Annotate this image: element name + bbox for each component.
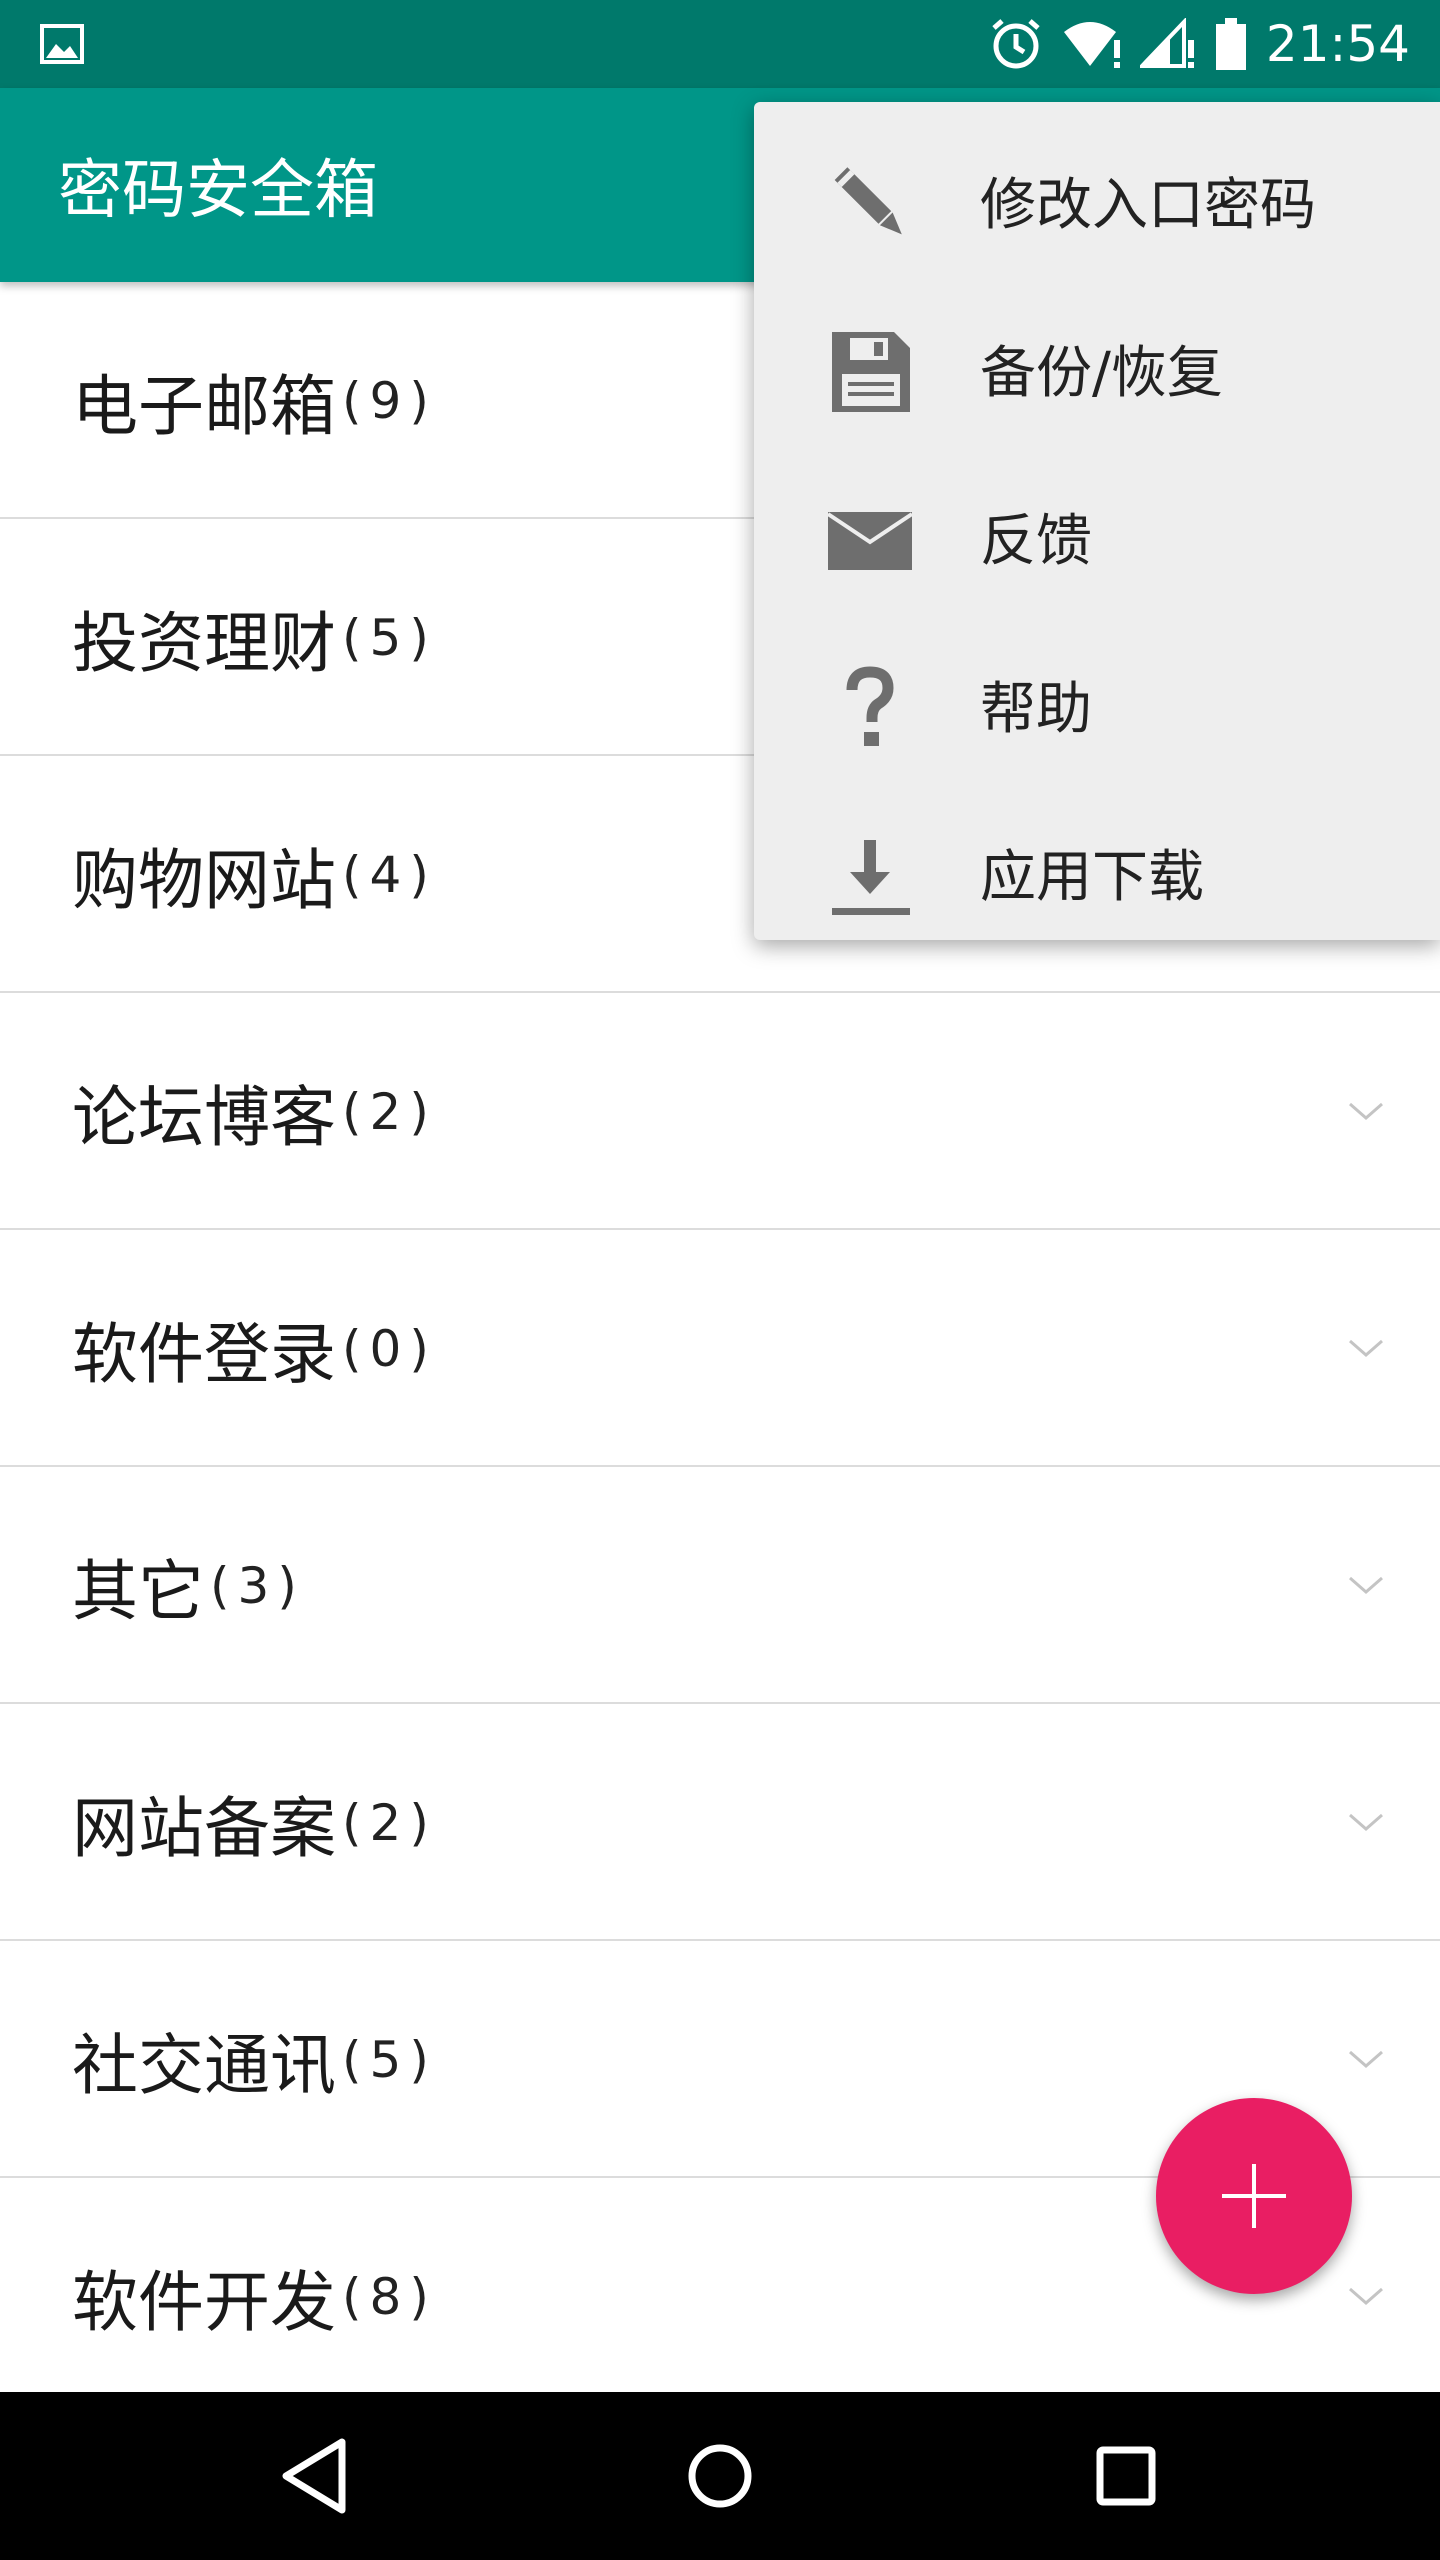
save-icon: [832, 332, 910, 412]
menu-item-app-download[interactable]: 应用下载: [754, 788, 1440, 956]
chevron-down-icon[interactable]: [1346, 1328, 1386, 1368]
pencil-icon: [834, 167, 902, 235]
chevron-down-icon[interactable]: [1346, 1802, 1386, 1842]
chevron-down-icon[interactable]: [1346, 1565, 1386, 1605]
home-icon[interactable]: [670, 2426, 770, 2526]
menu-item-help[interactable]: 帮助: [754, 620, 1440, 788]
menu-item-label: 帮助: [980, 676, 1092, 742]
download-icon: [832, 840, 910, 915]
menu-item-feedback[interactable]: 反馈: [754, 452, 1440, 620]
category-count: (8): [342, 2267, 437, 2326]
menu-item-backup-restore[interactable]: 备份/恢复: [754, 284, 1440, 452]
category-count: (5): [342, 608, 437, 667]
category-count: (3): [210, 1556, 305, 1615]
category-count: (0): [342, 1319, 437, 1378]
category-count: (9): [342, 371, 437, 430]
menu-item-label: 反馈: [980, 508, 1092, 574]
category-name: 电子邮箱: [72, 367, 336, 445]
category-row-forum[interactable]: 论坛博客 (2): [0, 993, 1440, 1230]
battery-icon: [1215, 18, 1246, 70]
category-count: (4): [342, 845, 437, 904]
recents-icon[interactable]: [1076, 2426, 1176, 2526]
add-button[interactable]: [1156, 2098, 1352, 2294]
menu-item-label: 修改入口密码: [980, 172, 1316, 238]
wifi-icon: [1063, 22, 1120, 68]
alarm-icon: [992, 19, 1040, 69]
category-name: 软件登录: [72, 1315, 336, 1393]
category-name: 其它: [72, 1552, 204, 1630]
back-icon[interactable]: [266, 2426, 366, 2526]
category-count: (2): [342, 1793, 437, 1852]
chevron-down-icon[interactable]: [1346, 2276, 1386, 2316]
status-time: 21:54: [1265, 15, 1410, 73]
status-bar: 21:54: [0, 0, 1440, 88]
category-name: 论坛博客: [72, 1078, 336, 1156]
category-row-website-filing[interactable]: 网站备案 (2): [0, 1704, 1440, 1941]
category-name: 社交通讯: [72, 2026, 336, 2104]
category-name: 网站备案: [72, 1789, 336, 1867]
category-name: 软件开发: [72, 2263, 336, 2341]
menu-item-change-password[interactable]: 修改入口密码: [754, 116, 1440, 284]
category-name: 投资理财: [72, 604, 336, 682]
chevron-down-icon[interactable]: [1346, 1091, 1386, 1131]
chevron-down-icon[interactable]: [1346, 2039, 1386, 2079]
mail-icon: [826, 512, 914, 570]
category-count: (2): [342, 1082, 437, 1141]
gallery-icon: [40, 24, 84, 64]
category-row-software-login[interactable]: 软件登录 (0): [0, 1230, 1440, 1467]
plus-icon: [1222, 2164, 1286, 2228]
overflow-menu: 修改入口密码 备份/恢复 反馈 帮助 应用下载: [754, 102, 1440, 940]
navigation-bar: [0, 2392, 1440, 2560]
category-name: 购物网站: [72, 841, 336, 919]
signal-icon: [1139, 18, 1194, 68]
menu-item-label: 备份/恢复: [980, 340, 1223, 406]
app-title: 密码安全箱: [58, 154, 378, 228]
category-row-other[interactable]: 其它 (3): [0, 1467, 1440, 1704]
menu-item-label: 应用下载: [980, 844, 1204, 910]
category-count: (5): [342, 2030, 437, 2089]
help-icon: [846, 666, 894, 746]
